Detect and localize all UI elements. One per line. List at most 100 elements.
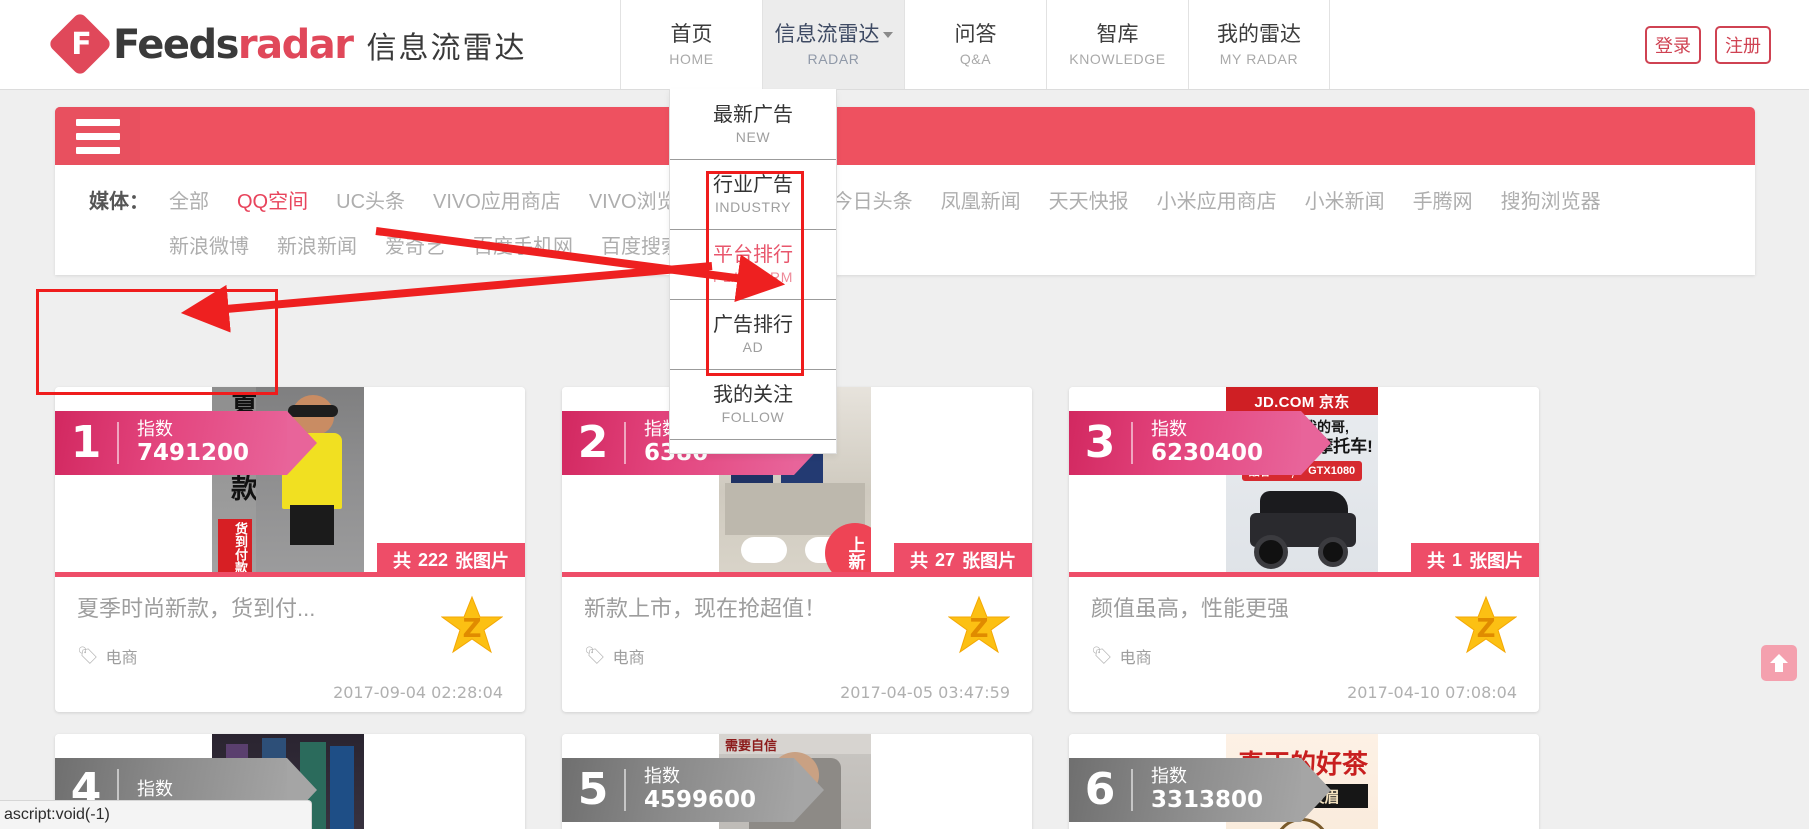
site-header: F Feedsradar 信息流雷达 首页 HOME 信息流雷达 RADAR 问… [0, 0, 1809, 90]
nav-label-cn: 信息流雷达 [775, 22, 893, 48]
card-media[interactable]: JD.COM 京东 厉害了我的哥, 它真的不是摩托车! 酷睿i7 GTX1080… [1069, 387, 1539, 577]
nav-item-radar[interactable]: 信息流雷达 RADAR [762, 0, 904, 89]
card-timestamp: 2017-09-04 02:28:04 [333, 683, 503, 702]
card-title[interactable]: 颜值虽高，性能更强 [1091, 595, 1517, 624]
dropdown-item-new[interactable]: 最新广告 NEW [670, 89, 836, 159]
rank-ribbon: 1 指数 7491200 [55, 411, 317, 475]
image-count-prefix: 共 [909, 551, 928, 571]
card-body: 新款上市，现在抢超值！ 🏷 电商 Z 2017-04-05 03:47:59 [562, 577, 1032, 712]
card-timestamp: 2017-04-05 03:47:59 [840, 683, 1010, 702]
filter-baidu-mobile[interactable]: 百度手机网 [473, 230, 573, 259]
index-value: 4599600 [644, 787, 757, 814]
table-row[interactable]: 真正的好茶 特级金骏眉 6 指数 3313800 [1069, 734, 1539, 829]
dropdown-label-en: PLATFORM [713, 269, 793, 285]
card-media[interactable]: 真正的好茶 特级金骏眉 6 指数 3313800 [1069, 734, 1539, 829]
filter-weibo[interactable]: 新浪微博 [169, 230, 249, 259]
image-count-prefix: 共 [392, 551, 411, 571]
filter-sogou[interactable]: 搜狗浏览器 [1501, 185, 1601, 214]
hamburger-menu-icon[interactable] [55, 107, 140, 165]
image-count-badge: 共 27 张图片 [893, 543, 1032, 577]
dropdown-label-en: AD [742, 339, 764, 355]
dropdown-label-cn: 平台排行 [713, 244, 793, 266]
nav-item-home[interactable]: 首页 HOME [620, 0, 762, 89]
table-row[interactable]: JD.COM 京东 厉害了我的哥, 它真的不是摩托车! 酷睿i7 GTX1080… [1069, 387, 1539, 712]
filter-iqiyi[interactable]: 爱奇艺 [385, 230, 445, 259]
dropdown-item-industry[interactable]: 行业广告 INDUSTRY [670, 159, 836, 229]
card-media[interactable]: 夏季新款 货到付款 1 指数 7491200 [55, 387, 525, 577]
table-row[interactable]: 夏季新款 货到付款 1 指数 7491200 [55, 387, 525, 712]
filter-all[interactable]: 全部 [169, 185, 209, 214]
filter-kuaibao[interactable]: 天天快报 [1049, 185, 1129, 214]
dropdown-label-cn: 最新广告 [713, 104, 793, 126]
rank-index-block: 指数 3313800 [1133, 766, 1263, 814]
nav-label-cn: 首页 [670, 22, 713, 46]
dropdown-label-cn: 广告排行 [713, 314, 793, 336]
star-badge-icon: Z [1455, 595, 1517, 654]
card-media[interactable]: 需要自信 5 指数 4599600 [562, 734, 1032, 829]
nav-item-knowledge[interactable]: 智库 KNOWLEDGE [1046, 0, 1188, 89]
filter-xiaomi-news[interactable]: 小米新闻 [1305, 185, 1385, 214]
image-count-number: 1 [1451, 549, 1462, 570]
rank-number: 6 [1084, 764, 1116, 815]
logo-wordmark: Feedsradar [113, 22, 354, 68]
svg-text:Z: Z [463, 614, 482, 644]
filter-xiaomi-store[interactable]: 小米应用商店 [1157, 185, 1277, 214]
card-title[interactable]: 新款上市，现在抢超值！ [584, 595, 1010, 624]
index-label: 指数 [644, 765, 680, 786]
card-body: 夏季时尚新款，货到付... 🏷 电商 Z 2017-09-04 02:28:04 [55, 577, 525, 712]
image-count-number: 222 [417, 549, 448, 570]
filter-vivo-store[interactable]: VIVO应用商店 [433, 185, 561, 214]
dropdown-item-ad[interactable]: 广告排行 AD [670, 299, 836, 369]
scroll-to-top-button[interactable] [1761, 645, 1797, 681]
logo-chinese-name: 信息流雷达 [366, 31, 527, 65]
filter-ifeng[interactable]: 凤凰新闻 [941, 185, 1021, 214]
ad-card-grid: 夏季新款 货到付款 1 指数 7491200 [55, 387, 1755, 829]
thumb-ad-badge: 需要自信 [719, 734, 871, 754]
rank-number: 1 [70, 417, 102, 468]
login-button[interactable]: 登录 [1645, 25, 1701, 64]
star-badge-icon: Z [948, 595, 1010, 654]
tag-label: 电商 [612, 649, 645, 667]
tag-icon: 🏷 [77, 645, 99, 665]
index-value: 7491200 [137, 440, 250, 467]
nav-item-qa[interactable]: 问答 Q&A [904, 0, 1046, 89]
dropdown-item-platform[interactable]: 平台排行 PLATFORM [670, 229, 836, 299]
dropdown-bottom-divider [670, 439, 836, 453]
filter-shouteng[interactable]: 手腾网 [1413, 185, 1473, 214]
image-count-badge: 共 1 张图片 [1410, 543, 1539, 577]
page-content: 媒体： 全部 QQ空间 UC头条 VIVO应用商店 VIVO浏览器 一点资讯 今… [0, 90, 1809, 829]
rank-index-block: 指数 6230400 [1133, 419, 1263, 467]
card-body: 颜值虽高，性能更强 🏷 电商 Z 2017-04-10 07:08:04 [1069, 577, 1539, 712]
register-button[interactable]: 注册 [1715, 25, 1771, 64]
rank-ribbon: 5 指数 4599600 [562, 758, 824, 822]
media-filters: 媒体： 全部 QQ空间 UC头条 VIVO应用商店 VIVO浏览器 一点资讯 今… [55, 165, 1755, 275]
nav-label-en: Q&A [959, 51, 992, 68]
brand-logo[interactable]: F Feedsradar 信息流雷达 [0, 0, 620, 89]
index-label: 指数 [137, 418, 173, 439]
table-row[interactable]: 需要自信 5 指数 4599600 [562, 734, 1032, 829]
rank-index-block: 指数 7491200 [119, 419, 249, 467]
nav-label-en: HOME [669, 51, 714, 68]
feedsradar-logo-icon: F [47, 10, 113, 77]
dropdown-label-cn: 行业广告 [713, 174, 793, 196]
filter-sina-news[interactable]: 新浪新闻 [277, 230, 357, 259]
index-label: 指数 [1151, 765, 1187, 786]
nav-label-en: MY RADAR [1219, 51, 1299, 68]
card-tag: 🏷 电商 [1091, 644, 1517, 668]
nav-item-my-radar[interactable]: 我的雷达 MY RADAR [1188, 0, 1330, 89]
filter-uc[interactable]: UC头条 [336, 185, 405, 214]
card-title[interactable]: 夏季时尚新款，货到付... [77, 595, 503, 624]
nav-label-cn: 智库 [1096, 22, 1139, 46]
logo-letter: F [71, 27, 92, 62]
star-badge-icon: Z [441, 595, 503, 654]
filter-qqzone[interactable]: QQ空间 [237, 185, 308, 214]
chevron-down-icon [882, 32, 893, 39]
image-count-suffix: 张图片 [455, 551, 509, 571]
svg-text:Z: Z [1477, 614, 1496, 644]
svg-text:Z: Z [970, 614, 989, 644]
main-nav: 首页 HOME 信息流雷达 RADAR 问答 Q&A 智库 KNOWLEDGE … [620, 0, 1330, 89]
arrow-up-icon [1770, 654, 1788, 672]
index-label: 指数 [1151, 418, 1187, 439]
dropdown-item-follow[interactable]: 我的关注 FOLLOW [670, 369, 836, 439]
filter-toutiao[interactable]: 今日头条 [833, 185, 913, 214]
